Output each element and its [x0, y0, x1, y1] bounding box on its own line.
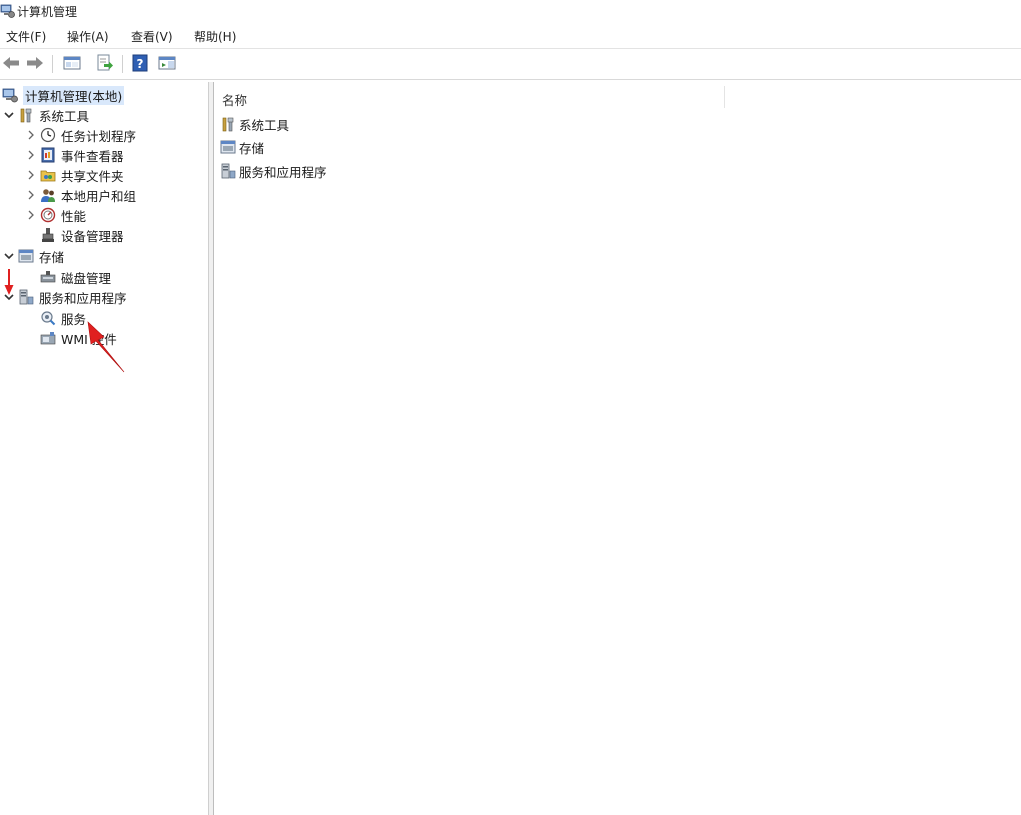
tree-item-label: 性能 [61, 208, 87, 224]
storage-icon [220, 139, 236, 155]
device-manager-icon [40, 227, 56, 243]
tree-item-local-users-groups[interactable]: 本地用户和组 [24, 186, 136, 204]
chevron-down-icon[interactable] [2, 108, 16, 122]
window-title: 计算机管理 [17, 5, 78, 19]
disk-icon [40, 269, 56, 285]
tree-item-label: 系统工具 [39, 108, 90, 124]
column-divider[interactable] [724, 86, 725, 108]
tree-item-label: 设备管理器 [61, 228, 124, 244]
chevron-right-icon[interactable] [24, 148, 38, 162]
tree-item-label: 共享文件夹 [61, 168, 124, 184]
list-item-label: 系统工具 [239, 117, 290, 133]
tree-item-storage[interactable]: 存储 [2, 247, 64, 265]
services-apps-icon [18, 289, 34, 305]
tree-item-event-viewer[interactable]: 事件查看器 [24, 146, 124, 164]
toolbar: ? [0, 48, 1021, 80]
details-pane[interactable]: 名称 系统工具 存储 服务和应用程序 [214, 82, 1021, 815]
tree-item-system-tools[interactable]: 系统工具 [2, 106, 89, 124]
tree-item-label: 计算机管理(本地) [23, 85, 125, 105]
tree-item-performance[interactable]: 性能 [24, 206, 86, 224]
services-apps-icon [220, 163, 236, 179]
chevron-right-icon[interactable] [24, 128, 38, 142]
tree-item-label: 任务计划程序 [61, 128, 137, 144]
tree-item-wmi-control[interactable]: WMI 控件 [40, 329, 117, 347]
computer-management-icon [2, 87, 18, 103]
tree-item-disk-management[interactable]: 磁盘管理 [40, 268, 111, 286]
chevron-right-icon[interactable] [24, 188, 38, 202]
tree-item-label: 服务 [61, 311, 87, 327]
computer-management-icon [0, 3, 15, 18]
list-item-system-tools[interactable]: 系统工具 [220, 114, 289, 134]
tree-item-services[interactable]: 服务 [40, 309, 86, 327]
tree-item-task-scheduler[interactable]: 任务计划程序 [24, 126, 136, 144]
list-item-storage[interactable]: 存储 [220, 137, 264, 157]
toolbar-separator [122, 55, 123, 73]
chevron-right-icon[interactable] [24, 208, 38, 222]
tree-item-device-manager[interactable]: 设备管理器 [40, 226, 124, 244]
chevron-down-icon[interactable] [2, 290, 16, 304]
tools-icon [18, 107, 34, 123]
performance-icon [40, 207, 56, 223]
storage-icon [18, 248, 34, 264]
forward-arrow-icon[interactable] [25, 53, 45, 73]
clock-icon [40, 127, 56, 143]
tree-item-services-apps[interactable]: 服务和应用程序 [2, 288, 127, 306]
menu-help[interactable]: 帮助(H) [194, 28, 236, 45]
event-viewer-icon [40, 147, 56, 163]
tree-item-label: 存储 [39, 249, 65, 265]
services-icon [40, 310, 56, 326]
action-pane-icon[interactable] [157, 53, 177, 73]
tree-item-label: 磁盘管理 [61, 270, 112, 286]
tree-item-label: 事件查看器 [61, 148, 124, 164]
tree-item-label: WMI 控件 [61, 331, 117, 347]
menu-file[interactable]: 文件(F) [6, 28, 46, 45]
list-item-services-apps[interactable]: 服务和应用程序 [220, 161, 327, 181]
svg-text:?: ? [137, 57, 144, 71]
toolbar-separator [52, 55, 53, 73]
console-tree[interactable]: 计算机管理(本地) 系统工具 任务计划程序 事件查看器 共享文件夹 本地用户和组… [0, 82, 209, 815]
show-hide-console-tree-icon[interactable] [62, 53, 82, 73]
title-bar: 计算机管理 [0, 0, 1021, 22]
menu-action[interactable]: 操作(A) [67, 28, 109, 45]
shared-folder-icon [40, 167, 56, 183]
export-list-icon[interactable] [95, 53, 115, 73]
back-arrow-icon[interactable] [1, 53, 21, 73]
chevron-right-icon[interactable] [24, 168, 38, 182]
column-header-name[interactable]: 名称 [222, 90, 247, 109]
menu-bar: 文件(F) 操作(A) 查看(V) 帮助(H) [0, 24, 1021, 46]
menu-view[interactable]: 查看(V) [131, 28, 173, 45]
tree-item-label: 本地用户和组 [61, 188, 137, 204]
wmi-control-icon [40, 330, 56, 346]
help-icon[interactable]: ? [130, 53, 150, 73]
chevron-down-icon[interactable] [2, 249, 16, 263]
list-item-label: 存储 [239, 140, 265, 156]
tree-item-shared-folders[interactable]: 共享文件夹 [24, 166, 124, 184]
tree-item-computer-management[interactable]: 计算机管理(本地) [2, 85, 125, 105]
users-icon [40, 187, 56, 203]
tree-item-label: 服务和应用程序 [39, 290, 127, 306]
list-item-label: 服务和应用程序 [239, 164, 327, 180]
tools-icon [220, 116, 236, 132]
